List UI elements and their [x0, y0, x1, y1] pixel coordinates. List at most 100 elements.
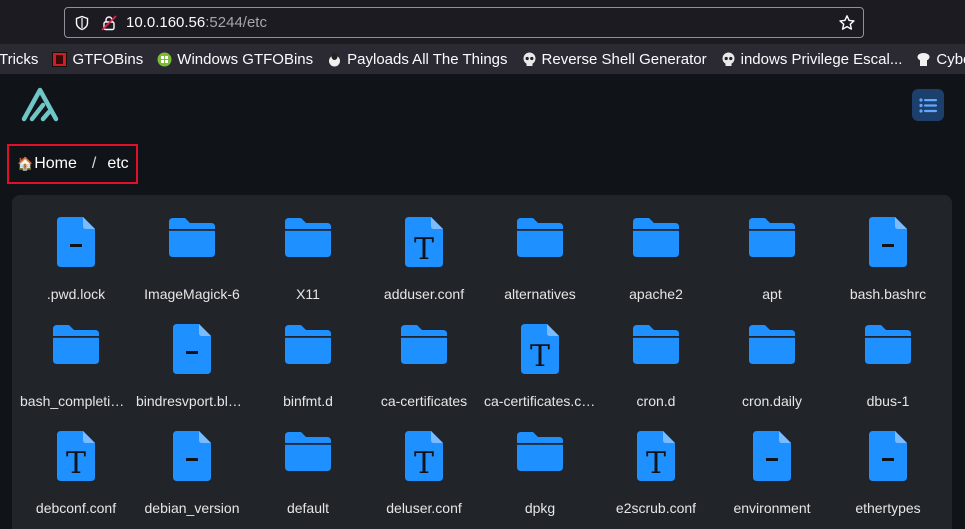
file-name[interactable]: dpkg	[484, 500, 596, 516]
text-file-icon[interactable]: T	[46, 429, 106, 487]
file-item[interactable]: debian_version	[134, 429, 250, 529]
gtfobins-icon	[52, 51, 68, 67]
file-icon[interactable]	[858, 215, 918, 273]
file-name[interactable]: ImageMagick-6	[136, 286, 248, 302]
file-item[interactable]: default	[250, 429, 366, 529]
breadcrumb-separator: /	[91, 155, 97, 172]
bookmarks-bar: Tricks GTFOBins Windows GTFOBins Payload…	[0, 44, 965, 74]
file-icon[interactable]	[46, 215, 106, 273]
file-name[interactable]: debian_version	[136, 500, 248, 516]
breadcrumb-current[interactable]: etc	[107, 155, 128, 173]
text-file-icon[interactable]: T	[394, 429, 454, 487]
bookmark-reverse-shell[interactable]: Reverse Shell Generator	[522, 51, 707, 68]
file-name[interactable]: e2scrub.conf	[600, 500, 712, 516]
file-item[interactable]: ethertypes	[830, 429, 946, 529]
file-name[interactable]: ethertypes	[832, 500, 944, 516]
bookmark-tricks[interactable]: Tricks	[0, 51, 38, 68]
bookmark-label: indows Privilege Escal...	[740, 50, 903, 68]
file-name[interactable]: X11	[252, 286, 364, 302]
address-bar[interactable]: 10.0.160.56:5244/etc	[64, 7, 864, 38]
file-name[interactable]: default	[252, 500, 364, 516]
file-item[interactable]: dpkg	[482, 429, 598, 529]
file-name[interactable]: adduser.conf	[368, 286, 480, 302]
bookmark-payloads[interactable]: Payloads All The Things	[327, 51, 508, 68]
shield-icon[interactable]	[74, 15, 90, 31]
file-name[interactable]: ca-certificates.conf	[484, 393, 596, 409]
file-item[interactable]: binfmt.d	[250, 322, 366, 429]
bookmark-windows-gtfobins[interactable]: Windows GTFOBins	[157, 51, 313, 68]
file-name[interactable]: dbus-1	[832, 393, 944, 409]
bookmark-star-icon[interactable]	[838, 14, 856, 32]
file-name[interactable]: bindresvport.blacklist	[136, 393, 248, 409]
folder-icon[interactable]	[742, 322, 802, 380]
file-name[interactable]: ca-certificates	[368, 393, 480, 409]
file-name[interactable]: debconf.conf	[20, 500, 132, 516]
insecure-lock-icon[interactable]	[101, 15, 117, 31]
folder-icon[interactable]	[278, 322, 338, 380]
file-item[interactable]: environment	[714, 429, 830, 529]
url-text[interactable]: 10.0.160.56:5244/etc	[126, 14, 267, 31]
file-item[interactable]: Te2scrub.conf	[598, 429, 714, 529]
file-item[interactable]: cron.d	[598, 322, 714, 429]
folder-icon[interactable]	[858, 322, 918, 380]
folder-icon[interactable]	[162, 215, 222, 273]
file-icon[interactable]	[162, 322, 222, 380]
file-item[interactable]: cron.daily	[714, 322, 830, 429]
folder-icon[interactable]	[46, 322, 106, 380]
list-view-button[interactable]	[912, 89, 944, 121]
folder-icon[interactable]	[278, 215, 338, 273]
file-icon[interactable]	[742, 429, 802, 487]
file-name[interactable]: environment	[716, 500, 828, 516]
folder-icon[interactable]	[742, 215, 802, 273]
file-name[interactable]: apache2	[600, 286, 712, 302]
file-item[interactable]: apt	[714, 215, 830, 322]
bookmark-windows-privesc[interactable]: indows Privilege Escal...	[721, 50, 903, 68]
bookmark-cyberchef[interactable]: CyberChef	[916, 51, 965, 68]
file-item[interactable]: .pwd.lock	[18, 215, 134, 322]
folder-icon[interactable]	[626, 322, 686, 380]
text-file-icon[interactable]: T	[510, 322, 570, 380]
svg-text:T: T	[646, 446, 666, 481]
file-name[interactable]: alternatives	[484, 286, 596, 302]
folder-icon[interactable]	[394, 322, 454, 380]
home-icon[interactable]: 🏠	[17, 156, 33, 172]
text-file-icon[interactable]: T	[394, 215, 454, 273]
bookmark-label: Tricks	[0, 50, 39, 68]
file-item[interactable]: Tdebconf.conf	[18, 429, 134, 529]
breadcrumb: 🏠 Home / etc	[7, 144, 138, 184]
file-name[interactable]: apt	[716, 286, 828, 302]
file-item[interactable]: dbus-1	[830, 322, 946, 429]
svg-text:T: T	[66, 446, 86, 481]
file-item[interactable]: ca-certificates	[366, 322, 482, 429]
text-file-icon[interactable]: T	[626, 429, 686, 487]
file-name[interactable]: .pwd.lock	[20, 286, 132, 302]
bookmark-label: CyberChef	[936, 50, 965, 68]
file-name[interactable]: bash_completion.d	[20, 393, 132, 409]
skull-icon	[523, 52, 536, 66]
file-name[interactable]: bash.bashrc	[832, 286, 944, 302]
file-name[interactable]: deluser.conf	[368, 500, 480, 516]
file-item[interactable]: bash_completion.d	[18, 322, 134, 429]
file-item[interactable]: alternatives	[482, 215, 598, 322]
file-icon[interactable]	[162, 429, 222, 487]
file-item[interactable]: apache2	[598, 215, 714, 322]
file-name[interactable]: binfmt.d	[252, 393, 364, 409]
file-item[interactable]: ImageMagick-6	[134, 215, 250, 322]
file-icon[interactable]	[858, 429, 918, 487]
file-item[interactable]: bash.bashrc	[830, 215, 946, 322]
file-item[interactable]: Tadduser.conf	[366, 215, 482, 322]
file-item[interactable]: bindresvport.blacklist	[134, 322, 250, 429]
folder-icon[interactable]	[510, 215, 570, 273]
folder-icon[interactable]	[626, 215, 686, 273]
file-name[interactable]: cron.daily	[716, 393, 828, 409]
app-logo-icon[interactable]	[19, 86, 61, 124]
file-item[interactable]: Tdeluser.conf	[366, 429, 482, 529]
file-name[interactable]: cron.d	[600, 393, 712, 409]
folder-icon[interactable]	[510, 429, 570, 487]
file-item[interactable]: X11	[250, 215, 366, 322]
folder-icon[interactable]	[278, 429, 338, 487]
breadcrumb-home[interactable]: Home	[34, 155, 77, 173]
file-item[interactable]: Tca-certificates.conf	[482, 322, 598, 429]
file-grid-container: .pwd.lock ImageMagick-6 X11 Tadduser.conf al…	[12, 195, 952, 529]
bookmark-gtfobins[interactable]: GTFOBins	[52, 51, 143, 68]
